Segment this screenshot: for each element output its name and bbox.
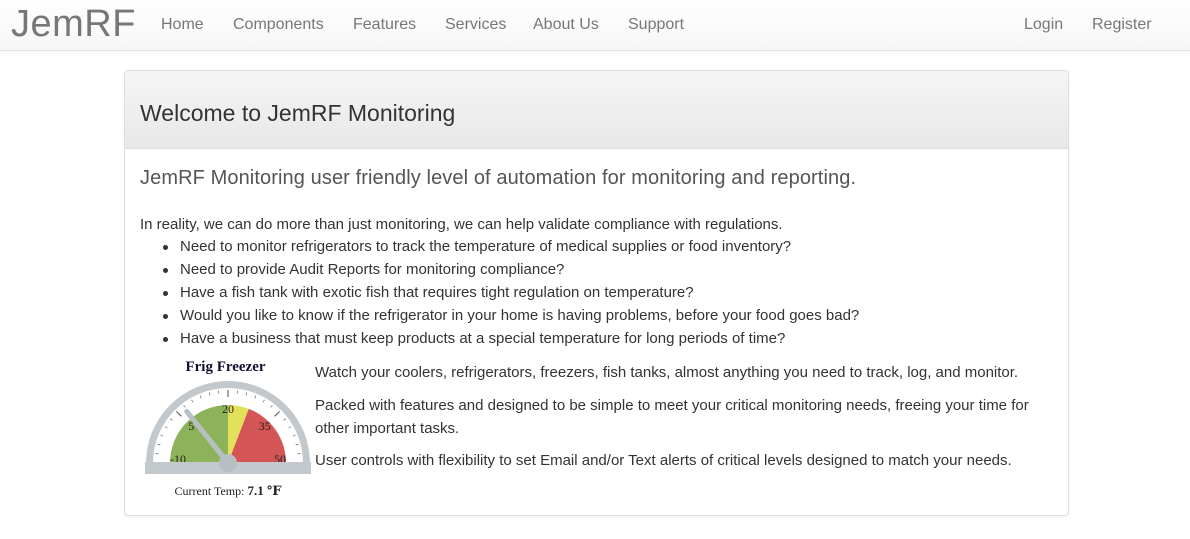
feature-paragraph-1: Watch your coolers, refrigerators, freez… <box>315 364 1019 381</box>
gauge-tick-label: 20 <box>222 402 234 416</box>
nav-features[interactable]: Features <box>353 16 416 34</box>
list-item: Would you like to know if the refrigerat… <box>140 307 859 330</box>
temperature-gauge: Frig Freezer -10 5 20 35 50 Current Temp: 7.… <box>143 359 318 499</box>
welcome-panel: Welcome to JemRF Monitoring JemRF Monito… <box>124 70 1069 516</box>
list-item: Have a fish tank with exotic fish that r… <box>140 284 859 307</box>
panel-title: Welcome to JemRF Monitoring <box>140 100 456 126</box>
feature-paragraph-2: Packed with features and designed to be … <box>315 397 1029 437</box>
gauge-tick-label: 35 <box>259 419 271 433</box>
panel-heading: Welcome to JemRF Monitoring <box>125 71 1068 149</box>
intro-text: In reality, we can do more than just mon… <box>140 216 783 233</box>
list-item: Need to monitor refrigerators to track t… <box>140 238 859 261</box>
gauge-caption: Current Temp: 7.1 ℉ <box>143 483 313 499</box>
nav-components[interactable]: Components <box>233 16 324 34</box>
gauge-current-value: 7.1 ℉ <box>247 483 282 498</box>
gauge-dial: -105203550 <box>145 381 311 474</box>
list-item: Need to provide Audit Reports for monito… <box>140 261 859 284</box>
nav-register[interactable]: Register <box>1092 16 1152 34</box>
top-navbar: JemRF Home Components Features Services … <box>0 0 1190 51</box>
gauge-title: Frig Freezer <box>185 359 266 375</box>
gauge-needle-hub <box>219 454 237 472</box>
brand-logo[interactable]: JemRF <box>11 3 136 46</box>
nav-about-us[interactable]: About Us <box>533 16 599 34</box>
gauge-caption-label: Current Temp: <box>174 484 245 498</box>
nav-services[interactable]: Services <box>445 16 506 34</box>
nav-login[interactable]: Login <box>1024 16 1063 34</box>
lead-text: JemRF Monitoring user friendly level of … <box>140 167 857 189</box>
nav-support[interactable]: Support <box>628 16 684 34</box>
question-list: Need to monitor refrigerators to track t… <box>140 238 859 353</box>
list-item: Have a business that must keep products … <box>140 330 859 353</box>
feature-paragraph-3: User controls with flexibility to set Em… <box>315 452 1012 469</box>
nav-home[interactable]: Home <box>161 16 204 34</box>
